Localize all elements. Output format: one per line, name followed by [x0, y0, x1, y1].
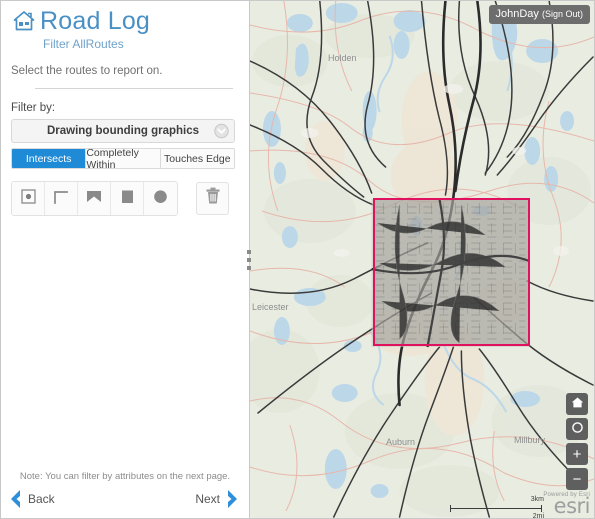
- tab-completely-within[interactable]: Completely Within: [86, 149, 160, 168]
- footer-note: Note: You can filter by attributes on th…: [1, 471, 249, 482]
- scale-mi-label: 2mi: [533, 513, 544, 518]
- draw-tools-row: [11, 181, 249, 216]
- wizard-nav: Back Next: [1, 488, 249, 512]
- instruction-text: Select the routes to report on.: [11, 65, 249, 77]
- scale-bar-line: [450, 505, 542, 512]
- polygon-tool[interactable]: [78, 182, 111, 215]
- back-button[interactable]: Back: [7, 488, 55, 510]
- polyline-tool[interactable]: [45, 182, 78, 215]
- back-label: Back: [28, 492, 55, 506]
- point-icon: [20, 188, 37, 210]
- divider: [35, 88, 233, 89]
- chevron-right-icon: [224, 488, 241, 510]
- drag-dot: [247, 266, 251, 270]
- scale-bar: 3km 2mi: [450, 505, 542, 512]
- polyline-icon: [52, 188, 70, 210]
- tab-intersects[interactable]: Intersects: [12, 149, 86, 168]
- page-subtitle: Filter AllRoutes: [43, 37, 249, 52]
- trash-icon: [204, 186, 222, 211]
- map-view[interactable]: Holden Leicester Auburn Millbury JohnDay…: [249, 1, 594, 518]
- chevron-left-icon: [7, 488, 24, 510]
- page-title: Road Log: [40, 7, 150, 35]
- panel-footer: Note: You can filter by attributes on th…: [1, 471, 249, 518]
- app-window: Road Log Filter AllRoutes Select the rou…: [0, 0, 595, 519]
- map-controls: + −: [566, 393, 588, 490]
- point-tool[interactable]: [12, 182, 45, 215]
- drag-dot: [247, 258, 251, 262]
- zoom-out-button[interactable]: −: [566, 468, 588, 490]
- zoom-in-button[interactable]: +: [566, 443, 588, 465]
- spatial-relationship-tabs: Intersects Completely Within Touches Edg…: [11, 148, 235, 169]
- panel-resize-handle[interactable]: [242, 245, 256, 275]
- filter-source-value: Drawing bounding graphics: [47, 125, 199, 137]
- sign-out-link[interactable]: (Sign Out): [542, 9, 583, 19]
- circle-tool[interactable]: [144, 182, 177, 215]
- rectangle-icon: [120, 188, 135, 210]
- scale-km-label: 3km: [531, 496, 544, 503]
- user-account-badge[interactable]: JohnDay (Sign Out): [489, 5, 591, 24]
- home-button[interactable]: [566, 393, 588, 415]
- clear-graphics-button[interactable]: [196, 182, 229, 215]
- rectangle-tool[interactable]: [111, 182, 144, 215]
- locate-button[interactable]: [566, 418, 588, 440]
- home-icon: [571, 396, 584, 412]
- drag-dot: [247, 250, 251, 254]
- selection-rectangle-graphic[interactable]: [373, 198, 530, 346]
- circle-icon: [152, 188, 169, 210]
- filter-panel: Road Log Filter AllRoutes Select the rou…: [1, 1, 249, 518]
- username-label: JohnDay: [496, 8, 539, 20]
- filter-by-label: Filter by:: [11, 102, 249, 114]
- app-title-row: Road Log: [11, 7, 249, 35]
- locate-icon: [571, 421, 584, 437]
- polygon-icon: [85, 188, 103, 210]
- draw-tool-group: [11, 181, 178, 216]
- home-icon: [11, 8, 37, 34]
- panel-header: Road Log Filter AllRoutes: [1, 1, 249, 52]
- next-button[interactable]: Next: [195, 488, 241, 510]
- tab-touches-edge[interactable]: Touches Edge: [161, 149, 234, 168]
- filter-source-dropdown[interactable]: Drawing bounding graphics: [11, 119, 235, 143]
- next-label: Next: [195, 492, 220, 506]
